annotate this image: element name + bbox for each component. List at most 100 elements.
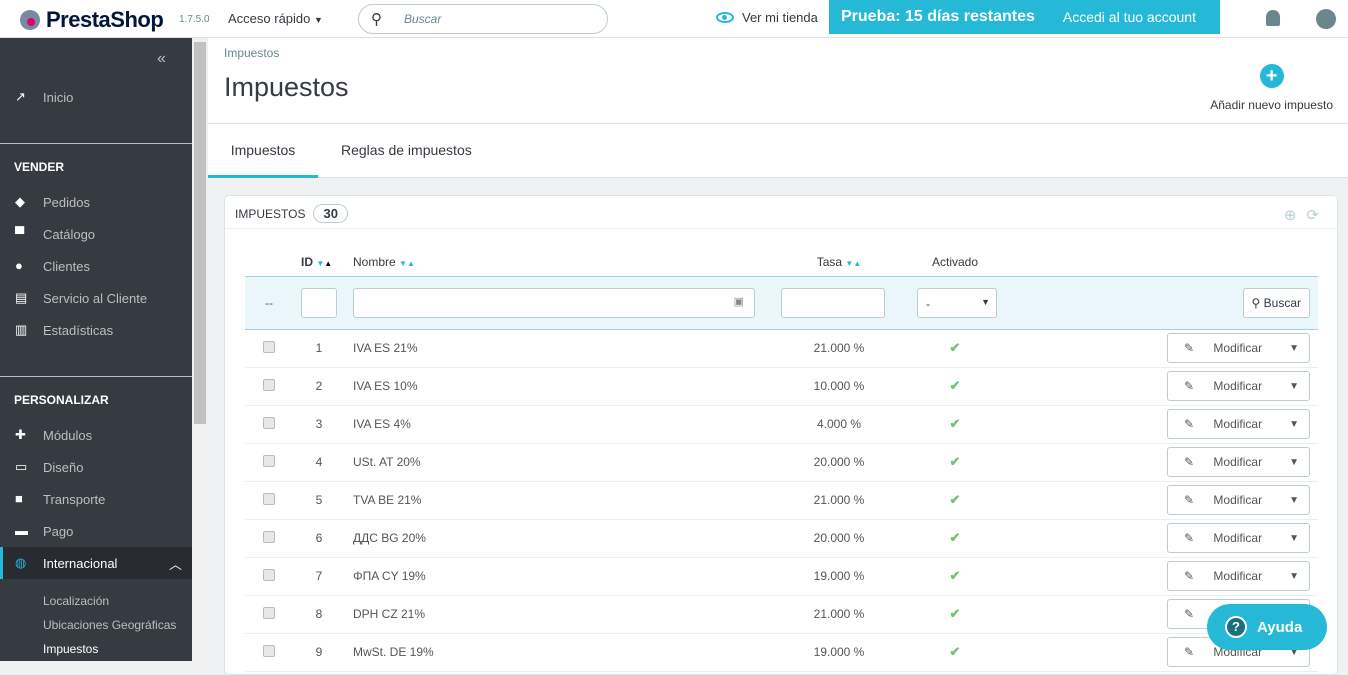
- edit-button[interactable]: ✎ Modificar ▼: [1167, 371, 1310, 401]
- check-icon[interactable]: ✔: [950, 644, 961, 659]
- caret-down-icon[interactable]: ▼: [1278, 494, 1309, 506]
- table-row[interactable]: 8 DPH CZ 21% 21.000 % ✔ ✎ Modificar▼: [245, 595, 1318, 634]
- check-icon[interactable]: ✔: [950, 416, 961, 431]
- table-row[interactable]: 9 MwSt. DE 19% 19.000 % ✔ ✎ Modificar ▼: [245, 633, 1318, 672]
- table-row[interactable]: 4 USt. AT 20% 20.000 % ✔ ✎ Modificar ▼: [245, 443, 1318, 482]
- check-icon[interactable]: ✔: [950, 568, 961, 583]
- row-checkbox[interactable]: [263, 568, 275, 581]
- trial-banner[interactable]: Prueba: 15 días restantes Accedi al tuo a…: [829, 0, 1220, 34]
- panel-actions: ⊕⟳: [1284, 206, 1329, 224]
- search-button[interactable]: ⚲ Buscar: [1242, 287, 1310, 318]
- row-checkbox[interactable]: [263, 378, 275, 391]
- check-icon[interactable]: ✔: [950, 340, 961, 355]
- account-link[interactable]: Accedi al tuo account: [1063, 9, 1196, 25]
- help-button[interactable]: ? Ayuda: [1207, 604, 1327, 650]
- taxes-panel: IMPUESTOS 30 ⊕⟳ ID ▼▲ Nombre ▼▲ Tasa ▼▲ A…: [224, 195, 1338, 675]
- refresh-icon[interactable]: ⟳: [1306, 207, 1329, 224]
- enabled-filter-select[interactable]: - ▼: [917, 287, 997, 318]
- caret-down-icon[interactable]: ▼: [1278, 570, 1309, 582]
- sort-icon[interactable]: ▼▲: [845, 259, 861, 268]
- section-customize: PERSONALIZAR: [14, 393, 109, 407]
- sort-icon[interactable]: ▼▲: [316, 259, 332, 268]
- version: 1.7.5.0: [179, 14, 210, 25]
- column-enabled: Activado: [931, 254, 979, 269]
- submenu-taxes[interactable]: Impuestos: [43, 642, 98, 656]
- sort-icon[interactable]: ▼▲: [399, 259, 415, 268]
- table-row[interactable]: 7 ΦΠΑ CY 19% 19.000 % ✔ ✎ Modificar ▼: [245, 557, 1318, 596]
- cell-rate: 21.000 %: [771, 595, 907, 634]
- tab-taxes[interactable]: Impuestos: [208, 124, 318, 178]
- quick-access-dropdown[interactable]: Acceso rápido ▼: [228, 11, 323, 26]
- row-checkbox[interactable]: [263, 530, 275, 543]
- edit-button[interactable]: ✎ Modificar ▼: [1167, 523, 1310, 553]
- check-icon[interactable]: ✔: [950, 606, 961, 621]
- search-button-label: Buscar: [1263, 295, 1301, 310]
- edit-label: Modificar: [1213, 379, 1263, 393]
- id-filter-input[interactable]: [301, 287, 337, 318]
- scrollbar[interactable]: [192, 38, 208, 661]
- edit-label: Modificar: [1213, 417, 1263, 431]
- edit-button[interactable]: ✎ Modificar ▼: [1167, 333, 1310, 363]
- sidebar-item-stats[interactable]: ▥ Estadísticas: [0, 316, 192, 344]
- row-checkbox[interactable]: [263, 606, 275, 619]
- sidebar-item-payment[interactable]: ▬ Pago: [0, 517, 192, 545]
- store-icon: ▀: [15, 226, 25, 241]
- submenu-localization[interactable]: Localización: [43, 594, 109, 608]
- table-row[interactable]: 5 TVA BE 21% 21.000 % ✔ ✎ Modificar ▼: [245, 481, 1318, 520]
- trial-text: Prueba: 15 días restantes: [841, 8, 1035, 25]
- sidebar-item-orders[interactable]: ◆ Pedidos: [0, 188, 192, 216]
- row-checkbox[interactable]: [263, 340, 275, 353]
- table-row[interactable]: 3 IVA ES 4% 4.000 % ✔ ✎ Modificar ▼: [245, 405, 1318, 444]
- submenu-zones[interactable]: Ubicaciones Geográficas: [43, 618, 176, 632]
- caret-down-icon[interactable]: ▼: [1278, 342, 1309, 354]
- table-row[interactable]: 2 IVA ES 10% 10.000 % ✔ ✎ Modificar ▼: [245, 367, 1318, 406]
- check-icon[interactable]: ✔: [950, 530, 961, 545]
- user-icon[interactable]: [1316, 9, 1336, 29]
- edit-button[interactable]: ✎ Modificar ▼: [1167, 447, 1310, 477]
- logo[interactable]: PrestaShop: [20, 7, 164, 33]
- scrollbar-thumb[interactable]: [194, 42, 206, 424]
- row-checkbox[interactable]: [263, 644, 275, 657]
- column-name: Nombre: [353, 254, 396, 269]
- caret-down-icon[interactable]: ▼: [1278, 380, 1309, 392]
- rate-filter-input[interactable]: [781, 287, 885, 318]
- search-icon: ⚲: [1251, 295, 1261, 310]
- tab-tax-rules[interactable]: Reglas de impuestos: [341, 142, 472, 158]
- caret-down-icon[interactable]: ▼: [1278, 418, 1309, 430]
- sidebar-item-catalog[interactable]: ▀ Catálogo: [0, 220, 192, 248]
- caret-down-icon[interactable]: ▼: [1278, 532, 1309, 544]
- add-icon[interactable]: ⊕: [1284, 207, 1307, 224]
- pencil-icon: ✎: [1184, 645, 1195, 659]
- check-icon[interactable]: ✔: [950, 454, 961, 469]
- sidebar-item-international[interactable]: ◍ Internacional ︿: [0, 547, 192, 579]
- basket-icon: ◆: [15, 194, 25, 209]
- row-checkbox[interactable]: [263, 454, 275, 467]
- edit-button[interactable]: ✎ Modificar ▼: [1167, 561, 1310, 591]
- add-tax-button[interactable]: + Añadir nuevo impuesto: [1210, 64, 1333, 112]
- name-filter-input[interactable]: ▣: [353, 287, 755, 318]
- collapse-icon[interactable]: «: [157, 50, 166, 68]
- sidebar-item-customers[interactable]: ● Clientes: [0, 252, 192, 280]
- sidebar-item-modules[interactable]: ✚ Módulos: [0, 421, 192, 449]
- sidebar-item-shipping[interactable]: ■ Transporte: [0, 485, 192, 513]
- panel-title-text: IMPUESTOS: [235, 206, 306, 221]
- view-store-link[interactable]: Ver mi tienda: [716, 10, 818, 25]
- sidebar-item-design[interactable]: ▭ Diseño: [0, 453, 192, 481]
- check-icon[interactable]: ✔: [950, 492, 961, 507]
- sidebar-item-home[interactable]: ↗ Inicio: [0, 83, 192, 111]
- sidebar-item-customer-service[interactable]: ▤ Servicio al Cliente: [0, 284, 192, 312]
- table-row[interactable]: 6 ДДС BG 20% 20.000 % ✔ ✎ Modificar ▼: [245, 519, 1318, 558]
- edit-button[interactable]: ✎ Modificar ▼: [1167, 409, 1310, 439]
- bell-icon[interactable]: [1266, 10, 1280, 26]
- row-checkbox[interactable]: [263, 492, 275, 505]
- edit-button[interactable]: ✎ Modificar ▼: [1167, 485, 1310, 515]
- search-input[interactable]: ⚲ Buscar: [358, 4, 608, 34]
- sidebar-item-label: Catálogo: [43, 226, 96, 242]
- check-icon[interactable]: ✔: [950, 378, 961, 393]
- table-row[interactable]: 1 IVA ES 21% 21.000 % ✔ ✎ Modificar ▼: [245, 329, 1318, 368]
- edit-label: Modificar: [1213, 493, 1263, 507]
- row-checkbox[interactable]: [263, 416, 275, 429]
- puzzle-icon: ✚: [15, 427, 26, 442]
- caret-down-icon[interactable]: ▼: [1278, 456, 1309, 468]
- breadcrumb[interactable]: Impuestos: [224, 46, 279, 60]
